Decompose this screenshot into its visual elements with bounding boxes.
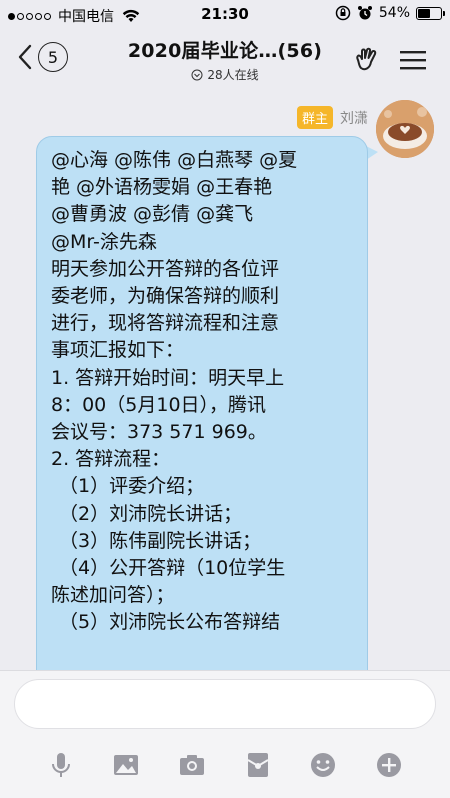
message-line: 陈述加问答）； xyxy=(51,584,175,607)
group-title[interactable]: 2020届毕业论…(56) xyxy=(80,36,370,63)
message-line: @Mr-涂先森 xyxy=(51,230,157,253)
red-packet-button[interactable] xyxy=(241,748,275,782)
sender-name[interactable]: 刘潇 xyxy=(340,108,368,128)
message-line: （5）刘沛院长公布答辩结 xyxy=(59,611,281,634)
battery-icon xyxy=(416,6,445,20)
message-line: 事项汇报如下： xyxy=(51,339,185,362)
message-line: （2）刘沛院长讲话； xyxy=(59,502,243,525)
more-button[interactable] xyxy=(372,748,406,782)
message-line: 会议号：373 571 969。 xyxy=(51,421,267,444)
online-status: 28人在线 xyxy=(80,66,370,83)
battery-percent: 54% xyxy=(378,5,410,21)
menu-icon[interactable] xyxy=(400,50,426,70)
message-line: 委老师，为确保答辩的顺利 xyxy=(51,285,280,308)
camera-button[interactable] xyxy=(175,748,209,782)
image-icon xyxy=(114,755,139,775)
message-line: 进行，现将答辩流程和注意 xyxy=(51,312,280,335)
camera-icon xyxy=(180,755,205,775)
message-line: @心海 @陈伟 @白燕琴 @夏 xyxy=(51,149,298,171)
back-button[interactable]: 5 xyxy=(18,42,68,72)
chevron-down-circle-icon xyxy=(191,69,203,80)
plus-icon xyxy=(377,753,402,777)
avatar[interactable] xyxy=(376,100,434,158)
message-line: 艳 @外语杨雯娟 @王春艳 xyxy=(51,176,273,199)
message-line: 8：00（5月10日），腾讯 xyxy=(51,393,267,416)
red-packet-icon xyxy=(247,753,269,777)
message-line: （1）评委介绍； xyxy=(59,475,205,498)
hand-gesture-icon[interactable] xyxy=(352,46,380,74)
chat-area[interactable]: 群主 刘潇 @心海 @陈伟 @白燕琴 @夏艳 @外语杨雯娟 @王春艳 @曹勇波 @… xyxy=(0,90,450,670)
status-bar: 中国电信 21:30 54% xyxy=(0,0,450,28)
sender-row: 群主 刘潇 xyxy=(296,106,368,129)
emoji-button[interactable] xyxy=(306,748,340,782)
message-line: （3）陈伟副院长讲话； xyxy=(59,529,262,552)
message-line: 明天参加公开答辩的各位评 xyxy=(51,257,280,280)
online-count: 28人在线 xyxy=(207,68,259,82)
coffee-avatar-image xyxy=(376,100,434,158)
message-line: （4）公开答辩（10位学生 xyxy=(59,557,286,580)
input-toolbar xyxy=(0,745,450,785)
message-input[interactable] xyxy=(14,679,436,729)
image-button[interactable] xyxy=(109,748,143,782)
microphone-icon xyxy=(51,753,70,777)
emoji-icon xyxy=(311,753,336,777)
message-line: @曹勇波 @彭倩 @龚飞 xyxy=(51,203,254,226)
chevron-left-icon xyxy=(18,44,32,70)
rotation-lock-icon xyxy=(335,5,351,21)
unread-count-badge: 5 xyxy=(38,42,68,72)
alarm-icon xyxy=(357,6,372,20)
message-line: 2. 答辩流程： xyxy=(51,448,171,471)
message-bubble[interactable]: @心海 @陈伟 @白燕琴 @夏艳 @外语杨雯娟 @王春艳 @曹勇波 @彭倩 @龚飞… xyxy=(36,136,368,670)
owner-badge: 群主 xyxy=(296,106,333,129)
message-line: 1. 答辩开始时间：明天早上 xyxy=(51,366,285,389)
input-bar xyxy=(0,670,450,798)
chat-header: 5 2020届毕业论…(56) 28人在线 xyxy=(0,28,450,90)
voice-button[interactable] xyxy=(44,748,78,782)
